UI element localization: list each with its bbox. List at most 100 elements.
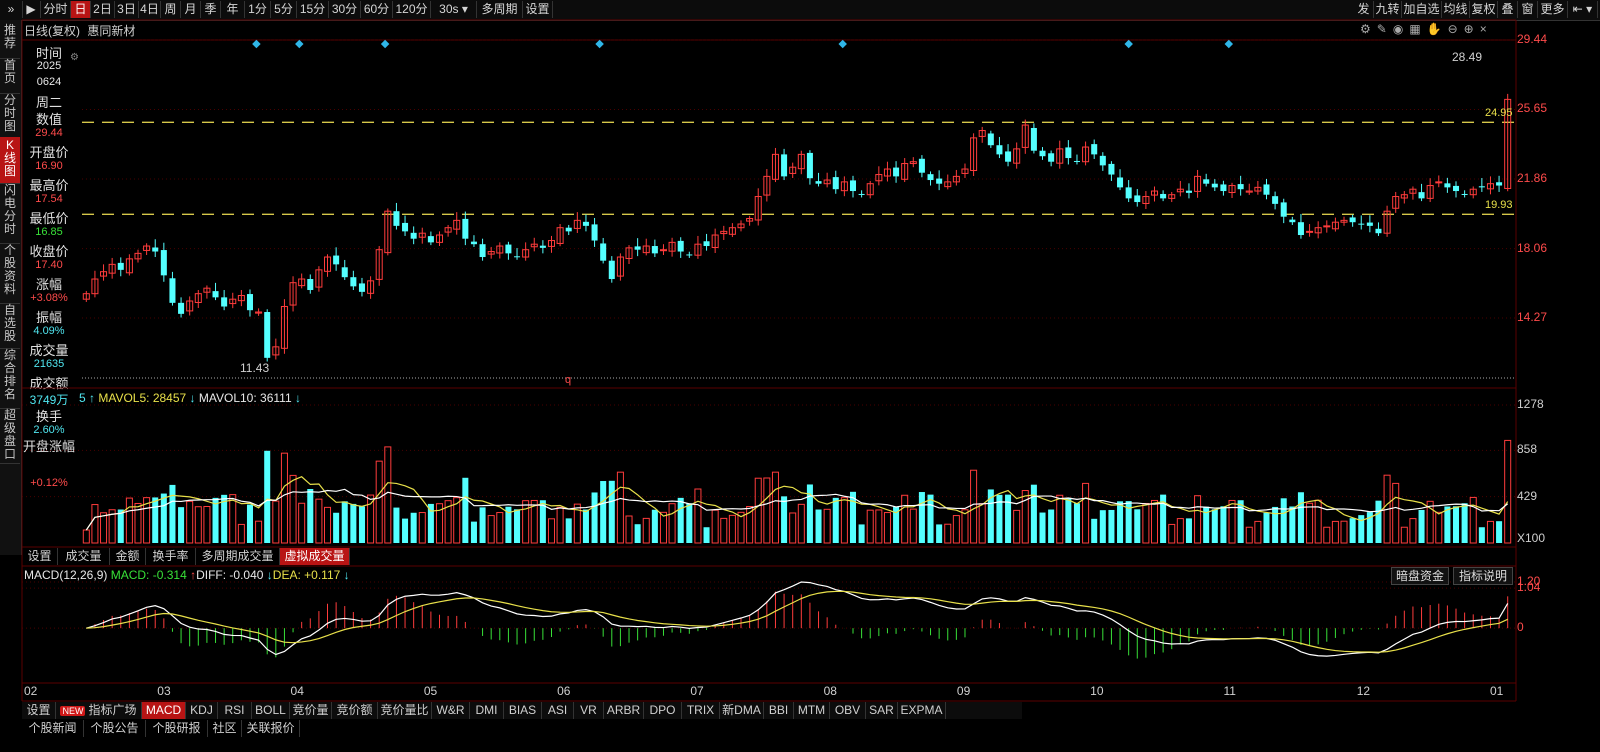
indicator-tab[interactable]: 新DMA — [720, 702, 764, 719]
indicator-tab[interactable]: 竞价额 — [332, 702, 378, 719]
indicator-tab[interactable]: DMI — [470, 702, 504, 719]
indicator-tab[interactable]: TRIX — [682, 702, 720, 719]
candle-body-down — [1005, 151, 1012, 162]
indicator-tab[interactable]: OBV — [830, 702, 866, 719]
month-label: 06 — [557, 684, 571, 698]
volume-bar-down — [178, 507, 185, 543]
candle-body-down — [1099, 155, 1106, 166]
indicator-tab[interactable]: RSI — [218, 702, 252, 719]
candle-body-down — [1496, 182, 1503, 186]
month-label: 07 — [690, 684, 704, 698]
price-axis-label: 29.44 — [1517, 32, 1548, 46]
indicator-tab[interactable]: W&R — [432, 702, 470, 719]
candle-body-down — [246, 294, 253, 311]
volume-bar-up — [194, 506, 202, 544]
candle-body-down — [169, 278, 176, 303]
volume-bar-up — [229, 494, 237, 544]
volume-bar-up — [82, 529, 90, 544]
volume-bar-up — [642, 517, 650, 544]
bottom-tab[interactable]: 个股研报 — [146, 720, 208, 737]
indicator-tab[interactable]: MACD — [142, 702, 186, 719]
volume-tab[interactable]: 虚拟成交量 — [280, 548, 350, 565]
mavol10-arrow: ↓ — [294, 391, 301, 405]
candle-body-down — [117, 262, 124, 270]
indicator-tab[interactable]: BOLL — [252, 702, 290, 719]
price-axis-label: 14.27 — [1517, 310, 1548, 325]
kline-chart[interactable] — [0, 0, 1600, 752]
indicator-tab[interactable]: BBI — [764, 702, 794, 719]
candle-body-down — [600, 243, 607, 261]
bottom-tab[interactable]: 社区 — [208, 720, 242, 737]
volume-tab[interactable]: 多周期成交量 — [196, 548, 280, 565]
candle-body-down — [1297, 222, 1304, 236]
volume-bar-up — [883, 512, 891, 544]
volume-bar-up — [556, 506, 564, 544]
macd-axis-label: 1.04 — [1517, 580, 1541, 595]
indicator-tab[interactable]: MTM — [794, 702, 830, 719]
candle-body-down — [402, 222, 409, 232]
indicator-tab[interactable]: 竞价量 — [290, 702, 332, 719]
candle-body-down — [1452, 185, 1460, 192]
volume-bar-up — [125, 497, 133, 544]
indicator-tab[interactable]: 竞价量比 — [378, 702, 432, 719]
volume-bar-down — [927, 494, 934, 543]
volume-bar-up — [522, 500, 530, 544]
volume-bar-up — [1504, 439, 1512, 544]
volume-tab[interactable]: 金额 — [110, 548, 146, 565]
candle-body-down — [1160, 193, 1167, 199]
indicator-tab[interactable]: KDJ — [186, 702, 218, 719]
volume-bar-down — [1091, 518, 1098, 543]
volume-bar-up — [875, 509, 883, 544]
candle-body-down — [1349, 217, 1356, 223]
indicator-tab[interactable]: ASI — [542, 702, 574, 719]
indicator-tab[interactable]: BIAS — [504, 702, 542, 719]
macd-axis-label: 0 — [1517, 620, 1524, 635]
volume-tab[interactable]: 换手率 — [146, 548, 196, 565]
volume-tab[interactable]: 成交量 — [58, 548, 110, 565]
candle-body-up — [1323, 225, 1331, 228]
indicator-tab[interactable]: VR — [574, 702, 604, 719]
candle-body-down — [849, 180, 857, 192]
volume-bar-down — [169, 484, 176, 543]
volume-bar-up — [754, 477, 762, 544]
indicator-tab[interactable]: ARBR — [604, 702, 644, 719]
candle-body-down — [608, 260, 615, 280]
volume-bar-down — [358, 506, 365, 543]
indicator-tab[interactable]: SAR — [866, 702, 898, 719]
volume-bar-up — [1150, 499, 1159, 544]
bottom-tab[interactable]: 个股新闻 — [22, 720, 84, 737]
volume-tab[interactable]: 设置 — [22, 548, 58, 565]
price-axis-label: 25.65 — [1517, 101, 1548, 116]
month-label: 05 — [423, 684, 438, 698]
volume-bar-up — [771, 471, 779, 544]
bottom-tab[interactable]: 个股公告 — [84, 720, 146, 737]
event-marker-icon — [252, 39, 261, 49]
candle-body-down — [264, 312, 271, 358]
volume-bar-up — [1013, 509, 1021, 544]
candle-body-down — [358, 283, 365, 292]
volume-bar-up — [659, 511, 667, 544]
dark-pool-button[interactable]: 暗盘资金 — [1391, 567, 1449, 585]
volume-bar-up — [255, 520, 263, 544]
candle-body-down — [1444, 183, 1451, 188]
volume-bar-down — [410, 512, 417, 543]
volume-bar-up — [237, 523, 245, 544]
volume-bar-up — [797, 503, 805, 544]
candle-body-down — [677, 240, 684, 252]
q-marker: q — [565, 374, 572, 386]
indicator-help-button[interactable]: 指标说明 — [1453, 567, 1513, 585]
candle-body-down — [1073, 160, 1080, 162]
volume-bar-down — [591, 492, 598, 543]
volume-bar-up — [272, 500, 280, 544]
indicator-tab[interactable]: EXPMA — [898, 702, 946, 719]
volume-header: 5 ↑ MAVOL5: 28457 ↓ MAVOL10: 36111 ↓ — [79, 391, 301, 405]
volume-bar-down — [427, 503, 434, 543]
candle-body-down — [479, 244, 486, 258]
bottom-tab[interactable]: 关联报价 — [242, 720, 300, 737]
indicator-tab[interactable]: NEW 指标广场 — [56, 702, 142, 719]
indicator-tab[interactable]: DPO — [644, 702, 682, 719]
candle-body-down — [918, 158, 925, 173]
indicator-tab[interactable]: 设置 — [22, 702, 56, 719]
line-top-label: 24.95 — [1485, 107, 1513, 119]
volume-bar-up — [1340, 520, 1348, 544]
